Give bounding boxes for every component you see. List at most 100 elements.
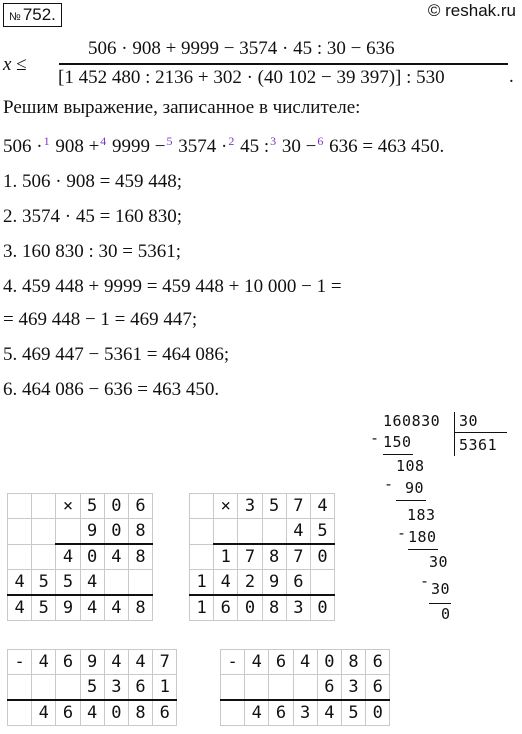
grid-digit: 4 [55,543,81,570]
grid-digit: 4 [103,649,129,675]
grid-digit: 4 [6,594,33,621]
fraction-period: . [509,66,514,87]
step-5: 5. 469 447 − 5361 = 464 086; [3,344,230,365]
grid-digit: 5 [309,518,336,545]
division-line [408,549,438,551]
grid-digit: 0 [103,518,129,545]
grid-cell [127,569,154,596]
remainder: 108 [396,457,425,475]
grid-digit: 4 [244,649,270,675]
grid-digit: 9 [55,594,81,621]
multiplication-grid-2: × 3 5 7 4 45 17870 14296 160830 [188,493,336,621]
grid-digit: 1 [213,543,239,570]
step-4: 4. 459 448 + 9999 = 459 448 + 10 000 − 1… [3,276,342,297]
grid-digit: 8 [127,543,154,570]
expression-part: 506 · [3,136,43,157]
grid-digit: 6 [55,699,81,726]
grid-digit: 8 [127,699,154,726]
problem-number-value: 752. [22,5,56,24]
grid-row: 636 [219,674,391,701]
grid-digit: 3 [103,674,129,701]
grid-cell [188,493,215,519]
grid-digit: 4 [309,493,336,519]
grid-digit: 4 [79,594,105,621]
subtraction-grid-2: -464086 636 463450 [219,649,391,726]
grid-digit: 4 [79,569,105,596]
grid-cell [213,518,239,545]
grid-row: -464086 [219,649,391,675]
order-mark: 1 [43,134,50,148]
grid-digit: 0 [79,543,105,570]
step-6: 6. 464 086 − 636 = 463 450. [3,379,220,400]
grid-cell [188,543,215,570]
minus-sign: - [384,475,394,493]
subtrahend: 150 [383,433,412,451]
grid-digit: 6 [127,674,154,701]
step-3: 3. 160 830 : 30 = 5361; [3,241,182,262]
order-mark: 3 [270,134,277,148]
grid-digit: 9 [261,569,287,596]
grid-digit: 7 [285,493,311,519]
expression-part: 3574 · [178,136,228,157]
expression-part: 45 : [240,136,270,157]
grid-digit: 4 [285,518,311,545]
grid-cell [6,699,33,726]
grid-digit: 3 [340,674,367,701]
grid-row: -469447 [6,649,178,675]
grid-row: 4048 [6,543,154,570]
minus-sign: - [370,429,380,447]
grid-cell [292,674,318,701]
grid-digit: 1 [152,674,178,701]
expression-part: 908 + [55,136,100,157]
grid-digit: 4 [103,594,129,621]
grid-digit: - [6,649,33,675]
grid-row: 160830 [188,594,336,621]
division-line [383,454,413,456]
grid-digit: - [219,649,246,675]
division-line [396,500,426,502]
grid-cell [31,674,57,701]
expression-part: 636 = 463 450. [329,136,445,157]
grid-cell [31,493,57,519]
grid-digit: 0 [103,493,129,519]
division-bracket-horizontal [455,432,507,434]
subtrahend: 90 [405,479,425,497]
step-2: 2. 3574 · 45 = 160 830; [3,206,183,227]
site-credit: © reshak.ru [427,1,516,20]
grid-digit: 6 [55,649,81,675]
dividend: 160830 [383,412,441,430]
grid-digit: 6 [285,569,311,596]
number-sign: № [9,11,21,23]
grid-digit: 4 [292,649,318,675]
subtrahend: 30 [431,580,451,598]
grid-digit: 5 [31,569,57,596]
grid-digit: 0 [237,594,263,621]
grid-digit: 3 [237,493,263,519]
order-mark: 5 [166,134,173,148]
grid-digit: 4 [103,543,129,570]
grid-row: 45 [188,518,336,545]
grid-digit: 2 [237,569,263,596]
grid-digit: 7 [152,649,178,675]
grid-digit: × [213,493,239,519]
grid-cell [6,674,33,701]
grid-cell [244,674,270,701]
grid-row: 14296 [188,569,336,596]
grid-digit: 5 [79,674,105,701]
grid-cell [55,518,81,545]
grid-digit: 4 [213,569,239,596]
grid-digit: 8 [340,649,367,675]
grid-digit: 4 [79,699,105,726]
multiplication-grid-1: × 5 0 6 908 4048 4554 459448 [6,493,154,621]
remainder: 183 [407,506,436,524]
grid-digit: 9 [79,518,105,545]
remainder: 30 [429,553,449,571]
grid-digit: 6 [316,674,342,701]
grid-digit: 4 [127,649,154,675]
grid-digit: 8 [261,594,287,621]
grid-cell [103,569,129,596]
grid-cell [237,518,263,545]
grid-cell [261,518,287,545]
grid-cell [188,518,215,545]
grid-cell [268,674,294,701]
